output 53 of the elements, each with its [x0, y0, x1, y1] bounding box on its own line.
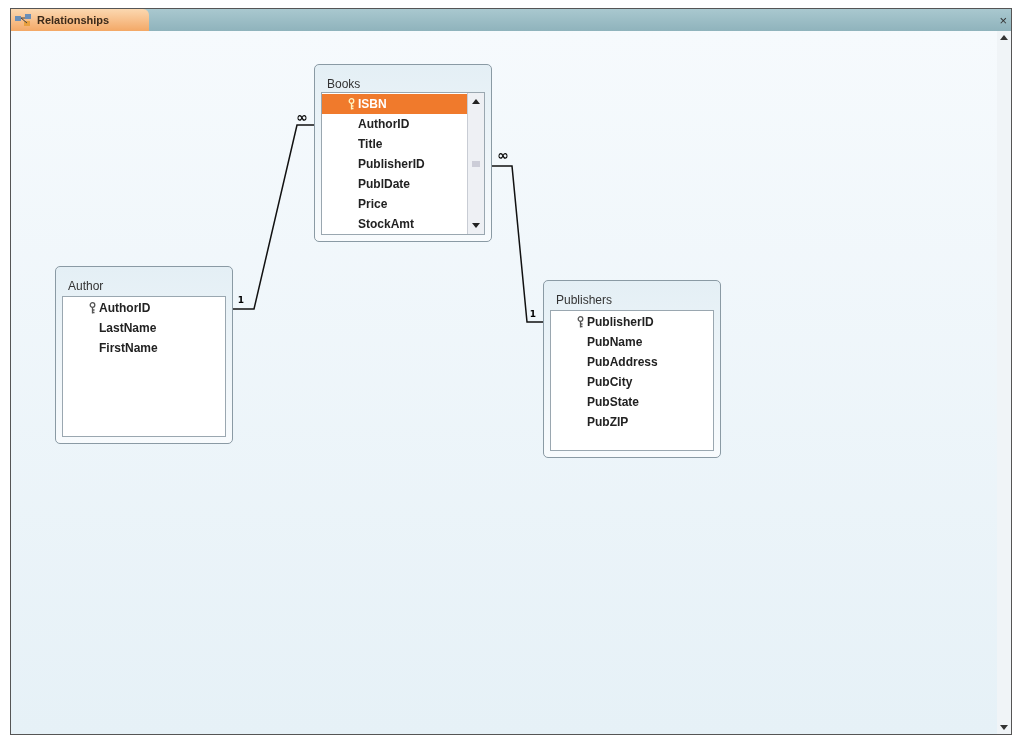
scroll-thumb-icon[interactable]	[472, 160, 480, 167]
field-row[interactable]: AuthorID	[322, 114, 467, 134]
field-name: Title	[358, 136, 383, 153]
field-row[interactable]: PublDate	[322, 174, 467, 194]
field-name: LastName	[99, 320, 157, 337]
one-label: 1	[529, 309, 537, 319]
field-row[interactable]: PubAddress	[551, 352, 713, 372]
table-title: Author	[67, 278, 105, 295]
field-name: PubState	[587, 394, 639, 411]
field-row[interactable]: StockAmt	[322, 214, 467, 234]
relationships-icon	[15, 14, 33, 26]
table-title: Publishers	[555, 292, 614, 309]
field-name: Price	[358, 196, 388, 213]
field-row[interactable]: PubCity	[551, 372, 713, 392]
tab-label: Relationships	[37, 12, 110, 28]
scroll-down-icon[interactable]	[472, 223, 480, 228]
field-row[interactable]: Title	[322, 134, 467, 154]
field-name: PublisherID	[358, 156, 425, 173]
field-row[interactable]: Price	[322, 194, 467, 214]
field-row[interactable]: PublisherID	[551, 312, 713, 332]
field-row[interactable]: PubState	[551, 392, 713, 412]
one-label: 1	[237, 295, 245, 305]
field-row[interactable]: PublisherID	[322, 154, 467, 174]
relationship-line[interactable]	[232, 124, 315, 310]
field-row[interactable]: PubName	[551, 332, 713, 352]
field-name: PubName	[587, 334, 643, 351]
field-name: PubCity	[587, 374, 633, 391]
field-row[interactable]: PubZIP	[551, 412, 713, 432]
field-row[interactable]: FirstName	[63, 338, 225, 358]
field-name: FirstName	[99, 340, 158, 357]
field-name: PubAddress	[587, 354, 658, 371]
table-title: Books	[326, 76, 362, 92]
many-label: ∞	[497, 147, 509, 163]
relationship-line[interactable]	[490, 165, 544, 323]
field-name: PubZIP	[587, 414, 629, 431]
field-row[interactable]: LastName	[63, 318, 225, 338]
many-label: ∞	[296, 109, 308, 125]
close-button[interactable]: ×	[995, 9, 1011, 31]
relationships-tab[interactable]: Relationships	[11, 9, 149, 31]
field-name: ISBN	[358, 96, 387, 113]
field-name: StockAmt	[358, 216, 414, 233]
scroll-up-icon[interactable]	[1000, 35, 1008, 40]
field-name: PublDate	[358, 176, 410, 193]
table-box[interactable]: Publishers PublisherID PubName PubAddress PubCity PubState PubZIP	[543, 280, 721, 458]
scroll-down-icon[interactable]	[1000, 725, 1008, 730]
field-name: AuthorID	[99, 300, 151, 317]
table-box[interactable]: Books ISBN AuthorID Title PublisherID PublDate Price StockAmt	[314, 64, 492, 242]
field-name: PublisherID	[587, 314, 654, 331]
scroll-up-icon[interactable]	[472, 99, 480, 104]
field-row[interactable]: AuthorID	[63, 298, 225, 318]
list-scrollbar[interactable]	[467, 93, 484, 234]
field-name: AuthorID	[358, 116, 410, 133]
table-box[interactable]: Author AuthorID LastName FirstName	[55, 266, 233, 444]
